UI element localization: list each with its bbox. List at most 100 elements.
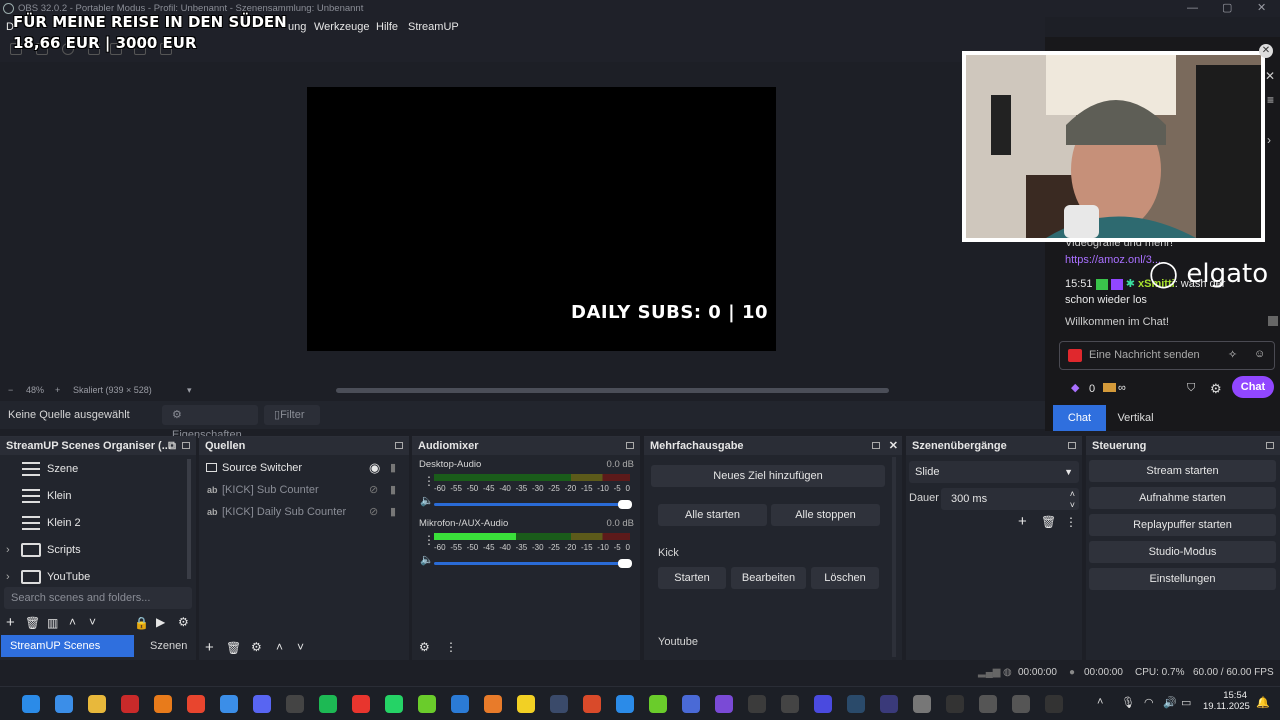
preview-scrollbar[interactable] <box>336 388 889 393</box>
play-icon[interactable]: ▶ <box>156 615 165 629</box>
start-button[interactable]: Starten <box>658 567 726 589</box>
webcam-overlay[interactable]: ✕ <box>962 44 1273 242</box>
emote-icon[interactable]: ☺ <box>1254 348 1265 360</box>
audio-icon[interactable] <box>880 695 898 713</box>
vlc-icon[interactable] <box>154 695 172 713</box>
sound-icon[interactable] <box>814 695 832 713</box>
maximize-icon[interactable]: ▢ <box>1222 0 1232 17</box>
speaker-icon[interactable]: 🔈 <box>420 494 434 507</box>
folder-add-icon[interactable]: ▥ <box>47 616 58 630</box>
preview-canvas[interactable]: DAILY SUBS: 0 | 10 <box>307 87 776 351</box>
list-item[interactable]: Klein <box>0 485 186 507</box>
start-stream-button[interactable]: Stream starten <box>1089 460 1276 482</box>
source-item[interactable]: ab [KICK] Daily Sub Counter ⊘ ▮ <box>199 501 409 523</box>
chevron-down-icon[interactable]: ˅ <box>89 615 96 629</box>
chat-scrollbar[interactable] <box>1268 316 1278 326</box>
undock-icon[interactable] <box>626 442 634 449</box>
start-recording-button[interactable]: Aufnahme starten <box>1089 487 1276 509</box>
folder-item[interactable]: › Scripts <box>0 539 186 561</box>
filter-button[interactable]: ▯Filter <box>264 405 320 425</box>
more-icon[interactable] <box>1045 695 1063 713</box>
chevron-down-icon[interactable]: ˅ <box>1070 494 1075 516</box>
chevron-down-icon[interactable]: ▾ <box>187 382 192 398</box>
maps-icon[interactable] <box>649 695 667 713</box>
file-explorer-icon[interactable] <box>88 695 106 713</box>
settings-button[interactable]: Einstellungen <box>1089 568 1276 590</box>
obs-2-icon[interactable] <box>1012 695 1030 713</box>
scene-search-input[interactable]: Search scenes and folders... <box>4 587 192 609</box>
chevron-down-icon[interactable]: ˅ <box>297 640 304 654</box>
chevron-up-icon[interactable]: ˄ <box>1097 696 1103 708</box>
list-item[interactable]: Klein 2 <box>0 512 186 534</box>
chevron-right-icon[interactable]: › <box>1267 133 1271 147</box>
chat-input[interactable]: Eine Nachricht senden ✧ ☺ <box>1059 341 1275 370</box>
settings-icon[interactable]: ⚙ <box>1210 381 1222 397</box>
timer-icon[interactable] <box>748 695 766 713</box>
transition-select[interactable]: Slide ▼ <box>909 461 1079 483</box>
spotify-icon[interactable] <box>319 695 337 713</box>
discord-icon[interactable] <box>253 695 271 713</box>
gift-icon[interactable] <box>1103 383 1116 392</box>
more-icon[interactable]: ⋮ <box>1065 515 1077 529</box>
chevron-right-icon[interactable]: › <box>6 566 10 588</box>
studio-mode-button[interactable]: Studio-Modus <box>1089 541 1276 563</box>
shield-icon[interactable]: ⛉ <box>1187 382 1195 395</box>
add-target-button[interactable]: Neues Ziel hinzufügen <box>651 465 885 487</box>
start-replay-buffer-button[interactable]: Replaypuffer starten <box>1089 514 1276 536</box>
trash-icon[interactable]: 🗑 <box>226 641 241 655</box>
terminal-icon[interactable] <box>946 695 964 713</box>
notification-icon[interactable]: 🔔 <box>1256 696 1270 709</box>
lock-icon[interactable]: ▮ <box>390 457 396 479</box>
list-item[interactable]: Szene <box>0 458 186 480</box>
epic-icon[interactable] <box>286 695 304 713</box>
undock-icon[interactable] <box>182 442 190 449</box>
eye-hidden-icon[interactable]: ⊘ <box>369 501 378 523</box>
xampp-icon[interactable] <box>484 695 502 713</box>
properties-button[interactable]: ⚙ Eigenschaften <box>162 405 258 441</box>
vscode-icon[interactable] <box>451 695 469 713</box>
chevron-right-icon[interactable]: › <box>6 539 10 561</box>
volume-slider[interactable] <box>434 500 632 509</box>
zoom-in-button[interactable]: + <box>55 382 60 398</box>
3d-icon[interactable] <box>682 695 700 713</box>
gear-icon[interactable]: ⚙ <box>178 615 189 629</box>
menu-streamup[interactable]: StreamUP <box>408 17 459 37</box>
volume-icon[interactable]: 🔊 <box>1163 696 1177 709</box>
add-icon[interactable]: + <box>1018 513 1027 530</box>
filezilla-icon[interactable] <box>121 695 139 713</box>
source-item[interactable]: Source Switcher ◉ ▮ <box>199 457 409 479</box>
close-icon[interactable]: ✕ <box>889 437 898 455</box>
tab-vertical[interactable]: Vertikal <box>1108 405 1163 431</box>
whatsapp-icon[interactable] <box>385 695 403 713</box>
search-icon[interactable] <box>55 695 73 713</box>
stop-all-button[interactable]: Alle stoppen <box>771 504 880 526</box>
eye-hidden-icon[interactable]: ⊘ <box>369 479 378 501</box>
undock-icon[interactable] <box>1266 442 1274 449</box>
git-icon[interactable] <box>352 695 370 713</box>
razer-icon[interactable] <box>517 695 535 713</box>
chat-link[interactable]: https://amoz.onl/3... <box>1065 254 1161 266</box>
settings-icon[interactable] <box>913 695 931 713</box>
undock-icon[interactable] <box>872 442 880 449</box>
wifi-icon[interactable]: ◠ <box>1144 696 1154 709</box>
microphone-icon[interactable]: 🎙 <box>1121 696 1135 709</box>
menu-hilfe[interactable]: Hilfe <box>376 17 398 37</box>
vpn-icon[interactable] <box>583 695 601 713</box>
battery-icon[interactable]: ▭ <box>1181 696 1191 709</box>
chat-button[interactable]: Chat <box>1232 376 1274 398</box>
folder-item[interactable]: › YouTube <box>0 566 186 588</box>
sparkle-icon[interactable]: ✧ <box>1228 348 1237 361</box>
duration-input[interactable]: 300 ms ˄ ˅ <box>941 488 1079 510</box>
close-window-icon[interactable]: ✕ <box>1257 0 1266 17</box>
channel-points-icon[interactable]: ◆ <box>1071 381 1079 394</box>
speaker-icon[interactable]: 🔈 <box>420 553 434 566</box>
tab-scenes-organiser[interactable]: StreamUP Scenes Organ... <box>1 635 134 674</box>
windows-start-icon[interactable] <box>22 695 40 713</box>
trash-icon[interactable]: 🗑 <box>25 616 40 630</box>
tool-icon[interactable] <box>616 695 634 713</box>
chevron-up-icon[interactable]: ˄ <box>276 640 283 654</box>
menu-werkzeuge[interactable]: Werkzeuge <box>314 17 369 37</box>
source-item[interactable]: ab [KICK] Sub Counter ⊘ ▮ <box>199 479 409 501</box>
tab-scenes[interactable]: Szenen <box>150 635 187 657</box>
close-icon[interactable]: ✕ <box>1265 69 1275 83</box>
